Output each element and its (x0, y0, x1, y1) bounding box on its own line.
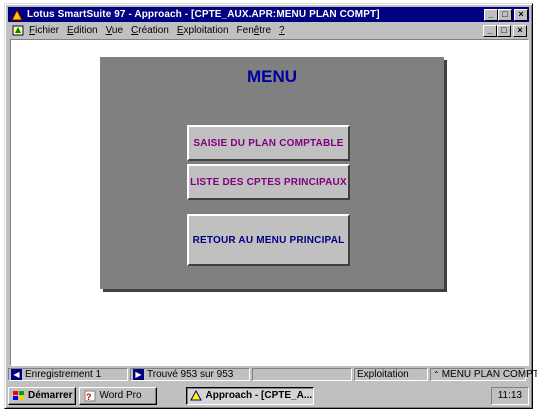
menu-bar: Fichier Edition Vue Création Exploitatio… (8, 23, 529, 38)
doc-close-button[interactable]: × (513, 24, 527, 37)
minimize-button[interactable]: _ (484, 8, 498, 21)
taskbar-wordpro[interactable]: ? Word Pro (79, 386, 158, 405)
doc-restore-button[interactable]: □ (497, 24, 511, 37)
menu-vue[interactable]: Vue (106, 25, 123, 36)
menu-help[interactable]: ? (279, 25, 285, 36)
window-title: Lotus SmartSuite 97 - Approach - [CPTE_A… (27, 9, 380, 20)
application-window: Lotus SmartSuite 97 - Approach - [CPTE_A… (4, 3, 537, 409)
svg-text:?: ? (86, 392, 92, 402)
status-bar: ◀ Enregistrement 1 ▶ Trouvé 953 sur 953 … (8, 367, 537, 381)
mode-status[interactable]: Exploitation (354, 367, 428, 381)
menu-edition[interactable]: Edition (67, 25, 98, 36)
lotus-app-icon[interactable] (10, 8, 23, 21)
restore-button[interactable]: □ (498, 8, 512, 21)
view-status[interactable]: ⌃ MENU PLAN COMPT (430, 367, 537, 381)
found-nav-icon[interactable]: ▶ (133, 368, 144, 380)
system-clock[interactable]: 11:13 (490, 386, 529, 405)
taskbar-approach[interactable]: Approach - [CPTE_A... (186, 386, 315, 405)
start-button[interactable]: Démarrer (8, 386, 77, 405)
menu-creation[interactable]: Création (131, 25, 169, 36)
menu-fichier[interactable]: Fichier (29, 25, 59, 36)
approach-label: Approach - [CPTE_A... (205, 390, 313, 401)
close-button[interactable]: × (514, 8, 528, 21)
found-status[interactable]: ▶ Trouvé 953 sur 953 (130, 367, 250, 381)
record-label: Enregistrement 1 (25, 368, 102, 380)
record-nav-icon[interactable]: ◀ (11, 368, 22, 380)
menu-panel: MENU SAISIE DU PLAN COMPTABLE LISTE DES … (100, 57, 444, 289)
retour-menu-principal-button[interactable]: RETOUR AU MENU PRINCIPAL (187, 214, 350, 266)
view-caret-icon: ⌃ (433, 369, 440, 379)
view-label: MENU PLAN COMPT (441, 368, 537, 380)
wordpro-icon: ? (83, 390, 96, 402)
title-bar[interactable]: Lotus SmartSuite 97 - Approach - [CPTE_A… (8, 7, 529, 22)
menu-fenetre[interactable]: Fenêtre (237, 25, 271, 36)
start-label: Démarrer (28, 390, 73, 401)
saisie-plan-comptable-button[interactable]: SAISIE DU PLAN COMPTABLE (187, 125, 350, 161)
taskbar: Démarrer ? Word Pro Approach - [CPTE_A..… (8, 385, 529, 406)
found-label: Trouvé 953 sur 953 (147, 368, 234, 380)
form-canvas: MENU SAISIE DU PLAN COMPTABLE LISTE DES … (10, 39, 529, 366)
document-icon[interactable] (11, 25, 25, 37)
approach-icon (190, 389, 203, 402)
record-status[interactable]: ◀ Enregistrement 1 (8, 367, 128, 381)
status-empty-cell (252, 367, 352, 381)
wordpro-label: Word Pro (99, 390, 142, 401)
menu-title: MENU (246, 67, 298, 86)
doc-minimize-button[interactable]: _ (483, 24, 497, 37)
menu-exploitation[interactable]: Exploitation (177, 25, 229, 36)
liste-cptes-principaux-button[interactable]: LISTE DES CPTES PRINCIPAUX (187, 164, 350, 200)
windows-logo-icon (12, 390, 25, 402)
